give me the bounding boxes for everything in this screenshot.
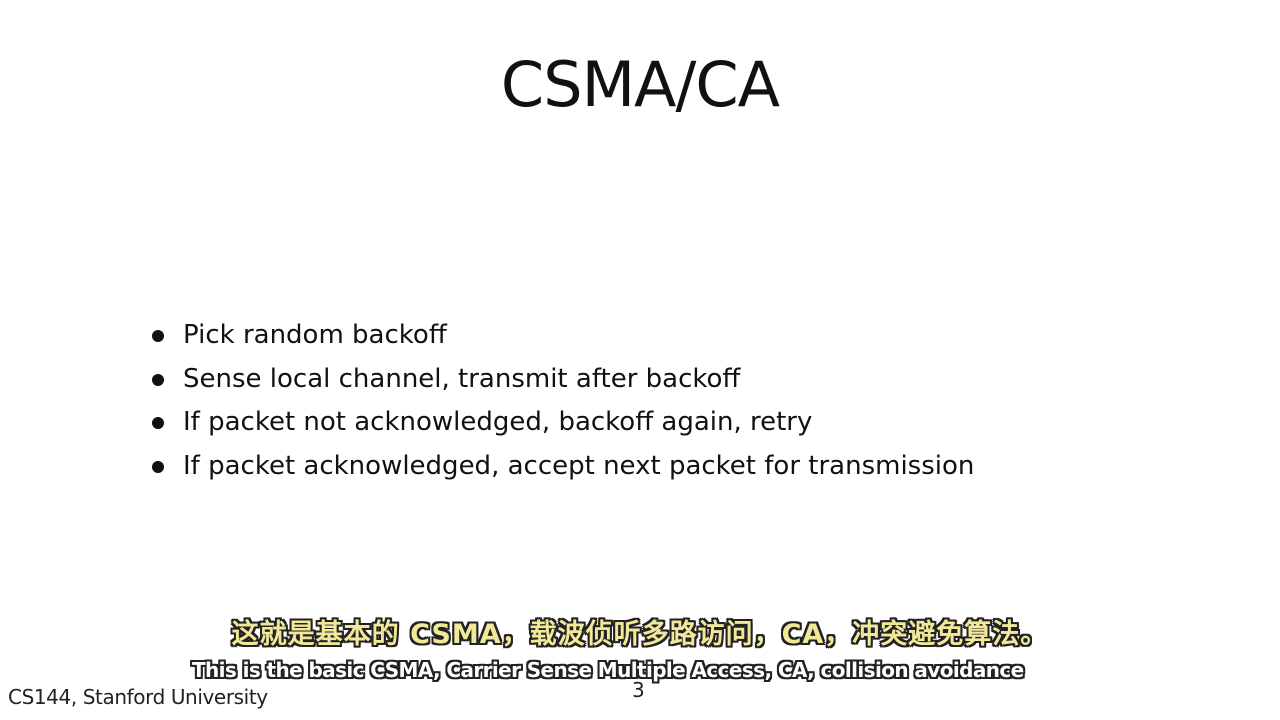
- bullet-icon: [152, 417, 164, 429]
- bullet-text: If packet not acknowledged, backoff agai…: [183, 407, 813, 437]
- bullet-text: Pick random backoff: [183, 320, 447, 350]
- bullet-list: Pick random backoff Sense local channel,…: [150, 314, 1150, 488]
- page-number: 3: [632, 678, 645, 702]
- bullet-item: If packet acknowledged, accept next pack…: [150, 445, 1150, 489]
- bullet-text: Sense local channel, transmit after back…: [183, 363, 741, 394]
- bullet-icon: [152, 460, 164, 473]
- bullet-item: If packet not acknowledged, backoff agai…: [150, 401, 1150, 445]
- bullet-icon: [152, 373, 164, 386]
- slide-title: CSMA/CA: [500, 48, 780, 121]
- subtitle-chinese: 这就是基本的 CSMA，载波侦听多路访问，CA，冲突避免算法。: [231, 619, 1049, 650]
- bullet-text: If packet acknowledged, accept next pack…: [183, 450, 975, 481]
- bullet-icon: [152, 330, 164, 342]
- slide-footer: CS144, Stanford University: [8, 685, 268, 709]
- bullet-item: Pick random backoff: [150, 314, 1150, 358]
- bullet-item: Sense local channel, transmit after back…: [150, 358, 1150, 402]
- slide: CSMA/CA Pick random backoff Sense local …: [0, 0, 1280, 720]
